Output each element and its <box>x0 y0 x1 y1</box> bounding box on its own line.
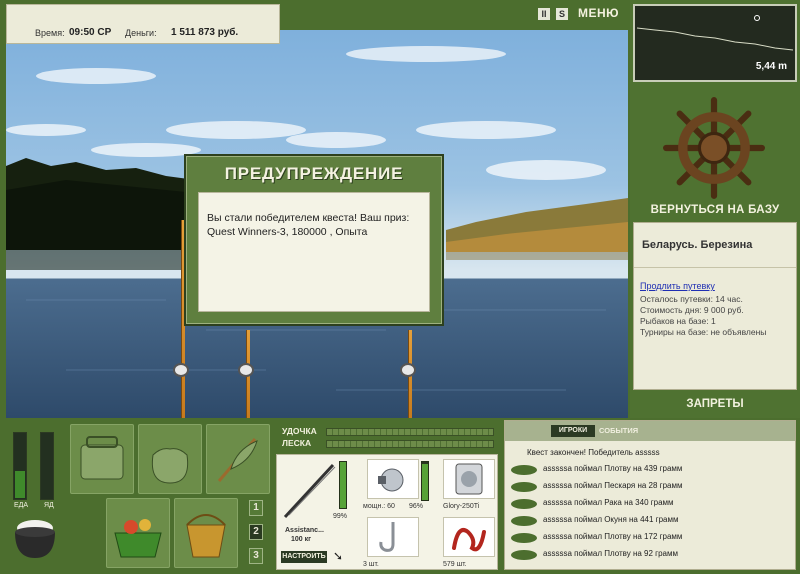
extend-permit-link[interactable]: Продлить путевку <box>640 281 715 291</box>
food-basket-slot[interactable] <box>106 498 170 568</box>
fish-icon <box>511 499 537 509</box>
worm-icon <box>452 528 486 552</box>
setup-button[interactable]: НАСТРОИТЬ <box>281 551 327 563</box>
page-button-1[interactable]: 1 <box>249 500 263 516</box>
fish-icon <box>511 516 537 526</box>
depth-value: 5,44 m <box>755 61 787 72</box>
depth-graph: 5,44 m <box>633 4 797 82</box>
bait-bag-slot[interactable] <box>138 424 202 494</box>
tension-indicators: УДОЧКА ЛЕСКА <box>278 424 498 450</box>
page-button-2[interactable]: 2 <box>249 524 263 540</box>
list-item: asssssa поймал Окуня на 441 грамм <box>543 515 679 524</box>
bag-icon <box>151 448 189 484</box>
list-item: asssssa поймал Плотву на 439 грамм <box>543 464 683 473</box>
permit-remaining: Осталось путевки: 14 час. <box>640 294 743 304</box>
location-title: Беларусь. Березина <box>642 239 753 251</box>
dialog-title: ПРЕДУПРЕЖДЕНИЕ <box>224 164 404 183</box>
groundbait-slot[interactable] <box>206 424 270 494</box>
dialog-message: Вы стали победителем квеста! Ваш приз: Q… <box>198 192 430 312</box>
hook-count: 3 шт. <box>363 561 379 568</box>
bucket-slot[interactable] <box>174 498 238 568</box>
log-header: Квест закончен! Победитель asssss <box>527 448 660 457</box>
hook-icon <box>379 522 395 552</box>
location-info: Беларусь. Березина Продлить путевку Оста… <box>633 222 797 390</box>
events-log: ИГРОКИ СОБЫТИЯ Квест закончен! Победител… <box>504 420 796 570</box>
bait-slot[interactable] <box>443 517 495 557</box>
feather-icon <box>217 438 258 482</box>
rod-tension-row: УДОЧКА <box>278 426 498 438</box>
list-item: asssssa поймал Рака на 340 грамм <box>543 498 674 507</box>
tackle-box-slot[interactable] <box>70 424 134 494</box>
food-label: ЕДА <box>14 502 29 509</box>
fish-icon <box>511 482 537 492</box>
list-item: asssssa поймал Пескаря на 28 грамм <box>543 481 683 490</box>
reel-item-icon <box>378 468 404 492</box>
bait-count: 579 шт. <box>443 561 467 568</box>
status-bar: Время: 09:50 СР Деньги: 1 511 873 руб. <box>6 4 280 44</box>
sound-icon[interactable]: S <box>556 8 568 20</box>
page-button-3[interactable]: 3 <box>249 548 263 564</box>
tackle-box-icon <box>80 436 124 480</box>
cauldron-icon[interactable] <box>10 514 60 564</box>
rod-icon[interactable] <box>281 459 337 521</box>
reel-icon <box>173 363 189 377</box>
tab-events[interactable]: СОБЫТИЯ <box>599 426 638 435</box>
list-item: asssssa поймал Плотву на 172 грамм <box>543 532 683 541</box>
return-to-base-button[interactable]: ВЕРНУТЬСЯ НА БАЗУ <box>632 204 798 216</box>
menu-button[interactable]: МЕНЮ <box>578 6 619 20</box>
line-tension-label: ЛЕСКА <box>282 438 312 448</box>
ship-wheel-icon[interactable] <box>662 96 766 200</box>
money-label: Деньги: <box>125 28 157 38</box>
rod-durability-fill <box>340 462 346 508</box>
arrow-down-right-icon[interactable]: ➘ <box>333 549 343 563</box>
line-tension-row: ЛЕСКА <box>278 438 498 450</box>
reel-icon <box>238 363 254 377</box>
food-meter <box>13 432 27 500</box>
hook-slot[interactable] <box>367 517 419 557</box>
rod-name: Assistanc... <box>285 527 324 534</box>
tournaments-info: Турниры на базе: не объявлены <box>640 327 767 337</box>
time-label: Время: <box>35 28 65 38</box>
rod-tension-bar <box>326 428 494 436</box>
food-meter-fill <box>15 471 25 498</box>
rod-percent: 99% <box>333 513 348 520</box>
fish-icon <box>511 465 537 475</box>
tab-players[interactable]: ИГРОКИ <box>551 425 595 437</box>
rod-tension-label: УДОЧКА <box>282 426 317 436</box>
line-tension-bar <box>326 440 494 448</box>
vegetable-basket-icon <box>114 519 162 558</box>
line-spool-icon <box>455 463 483 495</box>
fish-icon <box>511 533 537 543</box>
rod-weight: 100 кг <box>291 536 312 543</box>
list-item: asssssa поймал Плотву на 92 грамм <box>543 549 678 558</box>
fish-icon <box>511 550 537 560</box>
poison-label: ЯД <box>44 502 54 509</box>
tackle-panel: 99% Assistanc... 100 кг НАСТРОИТЬ ➘ мощн… <box>276 454 498 570</box>
restrictions-button[interactable]: ЗАПРЕТЫ <box>632 398 798 410</box>
line-name: Glory-250Ti <box>443 503 480 510</box>
pause-icon[interactable]: II <box>538 8 550 20</box>
reel-durability-fill <box>422 464 428 500</box>
bucket-icon <box>186 514 226 558</box>
poison-meter <box>40 432 54 500</box>
line-slot[interactable] <box>443 459 495 499</box>
fishers-count: Рыбаков на базе: 1 <box>640 316 716 326</box>
warning-dialog[interactable]: ПРЕДУПРЕЖДЕНИЕ Вы стали победителем квес… <box>184 154 444 326</box>
reel-durability-bar <box>421 461 429 501</box>
rod-durability-bar <box>339 461 347 509</box>
divider <box>634 267 796 268</box>
time-value: 09:50 СР <box>69 27 112 38</box>
log-tabs: ИГРОКИ СОБЫТИЯ <box>505 421 795 441</box>
money-value: 1 511 873 руб. <box>171 27 239 38</box>
reel-slot[interactable] <box>367 459 419 499</box>
reel-power: мощн.: 60 <box>363 503 395 510</box>
day-cost: Стоимость дня: 9 000 руб. <box>640 305 744 315</box>
reel-percent: 96% <box>409 503 424 510</box>
reel-icon <box>400 363 416 377</box>
